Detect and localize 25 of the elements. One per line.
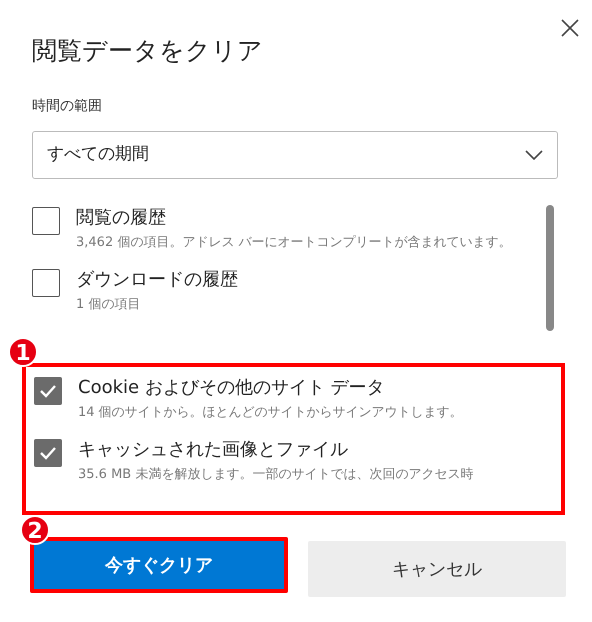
checkbox[interactable]: [34, 377, 62, 405]
checkmark-icon: [39, 446, 57, 460]
item-label: 閲覧の履歴: [76, 206, 167, 230]
item-description: 14 個のサイトから。ほとんどのサイトからサインアウトします。: [78, 404, 463, 422]
item-label: ダウンロードの履歴: [76, 268, 238, 292]
checkbox[interactable]: [34, 439, 62, 467]
time-range-label: 時間の範囲: [32, 96, 103, 116]
close-icon[interactable]: [560, 18, 580, 38]
dropdown-value: すべての期間: [47, 142, 149, 166]
item-description: 35.6 MB 未満を解放します。一部のサイトでは、次回のアクセス時: [78, 466, 474, 484]
cancel-button[interactable]: キャンセル: [308, 541, 566, 597]
step-badge: 2: [20, 515, 50, 545]
checkbox[interactable]: [32, 268, 60, 296]
time-range-dropdown[interactable]: すべての期間: [32, 130, 558, 178]
item-label: キャッシュされた画像とファイル: [78, 438, 349, 462]
scrollbar-thumb[interactable]: [546, 204, 554, 330]
item-label: Cookie およびその他のサイト データ: [78, 376, 386, 400]
item-description: 1 個の項目: [76, 296, 142, 314]
item-description: 3,462 個の項目。アドレス バーにオートコンプリートが含まれています。: [76, 234, 512, 252]
chevron-down-icon: [525, 150, 543, 160]
clear-now-button[interactable]: 今すぐクリア: [30, 537, 288, 593]
step-badge: 1: [8, 337, 38, 367]
checkbox[interactable]: [32, 206, 60, 234]
checkmark-icon: [39, 384, 57, 398]
dialog-title: 閲覧データをクリア: [32, 35, 263, 67]
